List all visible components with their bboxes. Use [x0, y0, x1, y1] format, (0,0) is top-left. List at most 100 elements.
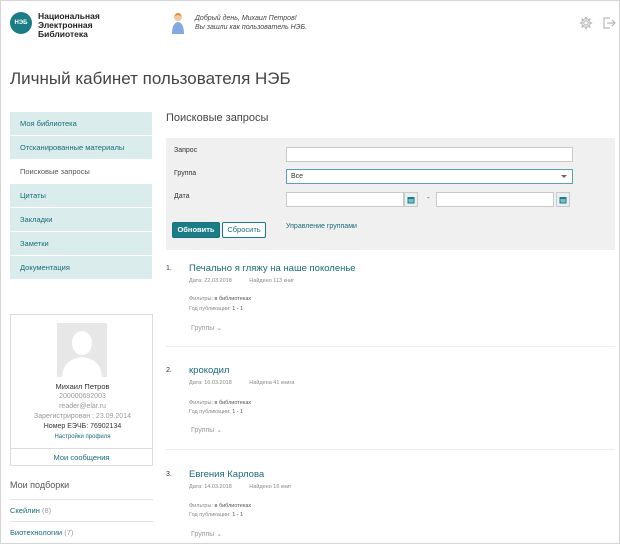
divider	[166, 346, 615, 347]
result-found: Найдено 113 книг	[249, 278, 295, 284]
result-meta: Дата: 22.03.2018 Найдено 113 книг	[189, 278, 294, 284]
page-frame: НЭБ Национальная Электронная Библиотека …	[0, 0, 620, 544]
search-result: 2. крокодил Дата: 16.03.2018 Найдена 41 …	[166, 365, 615, 450]
collection-count: (7)	[64, 528, 74, 537]
logo-text[interactable]: Национальная Электронная Библиотека	[38, 12, 100, 39]
filters-label: Фильтры:	[189, 296, 213, 302]
search-result: 1. Печально я гляжу на наше поколенье Да…	[166, 263, 615, 347]
years-value: 1 - 1	[232, 409, 244, 415]
result-number: 2.	[166, 367, 172, 374]
greeting: Добрый день, Михаил Петров! Вы зашли как…	[195, 14, 307, 32]
profile-id: 200000692003	[59, 393, 106, 400]
years-label: Год публикации:	[189, 306, 231, 312]
filters-label: Фильтры:	[189, 503, 213, 509]
sidebar-item-quotes[interactable]: Цитаты	[10, 184, 152, 208]
groups-label: Группы	[191, 325, 215, 332]
result-found: Найдена 41 книга	[249, 380, 295, 386]
query-input[interactable]	[286, 147, 573, 162]
search-result: 3. Евгения Карлова Дата: 14.03.2018 Найд…	[166, 469, 615, 543]
gear-icon[interactable]	[579, 16, 593, 30]
section-title: Поисковые запросы	[166, 112, 269, 124]
chevron-down-icon	[561, 175, 567, 178]
groups-label: Группы	[191, 531, 215, 538]
calendar-icon[interactable]	[556, 192, 570, 207]
profile-settings-link[interactable]: Настройки профиля	[11, 433, 154, 442]
divider	[166, 449, 615, 450]
collection-label: Скейлин	[10, 506, 40, 515]
profile-registered: Зарегистрирован : 23.09.2014	[34, 413, 131, 420]
date-separator: -	[427, 193, 430, 202]
collection-item[interactable]: Биотехнологии (7)	[10, 521, 153, 543]
profile-card: Михаил Петров 200000692003 reader@elar.r…	[10, 314, 153, 466]
result-number: 1.	[166, 265, 172, 272]
profile-name: Михаил Петров	[55, 382, 110, 391]
result-meta: Дата: 16.03.2018 Найдена 41 книга	[189, 380, 294, 386]
years-value: 1 - 1	[232, 512, 244, 518]
manage-groups-link[interactable]: Управление группами	[286, 223, 357, 230]
years-value: 1 - 1	[232, 306, 244, 312]
profile-ticket: Номер ЕЭЧБ: 76902134	[43, 423, 122, 430]
sidebar-item-scanned[interactable]: Отсканированные материалы	[10, 136, 152, 160]
collection-label: Биотехнологии	[10, 528, 63, 537]
chevron-down-icon: ⌄	[216, 325, 223, 332]
collections-title: Мои подборки	[10, 480, 70, 490]
greeting-line: Вы зашли как пользователь НЭБ.	[195, 24, 308, 31]
my-messages-link[interactable]: Мои сообщения	[11, 448, 152, 465]
result-years: Год публикации: 1 - 1	[189, 306, 243, 312]
groups-label: Группы	[191, 427, 215, 434]
result-date: Дата: 16.03.2018	[189, 380, 232, 386]
sidebar-item-documentation[interactable]: Документация	[10, 256, 152, 280]
calendar-icon[interactable]	[404, 192, 418, 207]
sidebar-menu: Моя библиотека Отсканированные материалы…	[10, 112, 152, 280]
result-years: Год публикации: 1 - 1	[189, 512, 243, 518]
avatar-placeholder-icon	[62, 331, 102, 377]
chevron-down-icon: ⌄	[216, 427, 223, 434]
greeting-line: Добрый день, Михаил Петров!	[195, 15, 297, 22]
groups-dropdown[interactable]: Группы ⌄	[191, 530, 222, 538]
filters-value: в библиотеках	[214, 503, 252, 509]
chevron-down-icon: ⌄	[216, 531, 223, 538]
sidebar-item-bookmarks[interactable]: Закладки	[10, 208, 152, 232]
result-filters: Фильтры: в библиотеках	[189, 503, 251, 509]
years-label: Год публикации:	[189, 409, 231, 415]
date-label: Дата	[174, 193, 190, 200]
result-meta: Дата: 14.03.2018 Найдено 16 книг	[189, 484, 291, 490]
refresh-button[interactable]: Обновить	[172, 222, 220, 238]
user-avatar-icon[interactable]	[172, 12, 184, 34]
filters-value: в библиотеках	[214, 400, 252, 406]
result-filters: Фильтры: в библиотеках	[189, 400, 251, 406]
date-to-input[interactable]	[436, 192, 554, 207]
profile-email: reader@elar.ru	[59, 403, 106, 410]
reset-button[interactable]: Сбросить	[222, 222, 266, 238]
logo-icon[interactable]: НЭБ	[10, 12, 32, 34]
collection-item[interactable]: Скейлин (8)	[10, 499, 153, 521]
page-title: Личный кабинет пользователя НЭБ	[10, 69, 291, 88]
search-form: Запрос Группа Все Дата - Обновить Сброси…	[166, 138, 615, 250]
result-found: Найдено 16 книг	[249, 484, 292, 490]
logout-icon[interactable]	[602, 16, 616, 30]
result-number: 3.	[166, 471, 172, 478]
result-date: Дата: 14.03.2018	[189, 484, 232, 490]
result-title[interactable]: крокодил	[189, 365, 229, 376]
collection-count: (8)	[41, 506, 52, 515]
filters-value: в библиотеках	[214, 296, 252, 302]
group-select[interactable]: Все	[286, 169, 573, 184]
result-title[interactable]: Евгения Карлова	[189, 469, 264, 480]
logo-line: Библиотека	[38, 29, 88, 39]
result-date: Дата: 22.03.2018	[189, 278, 232, 284]
logo-abbr: НЭБ	[14, 20, 28, 26]
result-years: Год публикации: 1 - 1	[189, 409, 243, 415]
query-label: Запрос	[174, 147, 198, 154]
sidebar-item-search-queries[interactable]: Поисковые запросы	[10, 160, 152, 184]
sidebar-item-my-library[interactable]: Моя библиотека	[10, 112, 152, 136]
groups-dropdown[interactable]: Группы ⌄	[191, 324, 222, 332]
group-label: Группа	[174, 170, 197, 177]
years-label: Год публикации:	[189, 512, 231, 518]
result-filters: Фильтры: в библиотеках	[189, 296, 251, 302]
sidebar-item-notes[interactable]: Заметки	[10, 232, 152, 256]
date-from-input[interactable]	[286, 192, 404, 207]
filters-label: Фильтры:	[189, 400, 213, 406]
groups-dropdown[interactable]: Группы ⌄	[191, 426, 222, 434]
avatar	[57, 323, 107, 377]
result-title[interactable]: Печально я гляжу на наше поколенье	[189, 263, 356, 274]
